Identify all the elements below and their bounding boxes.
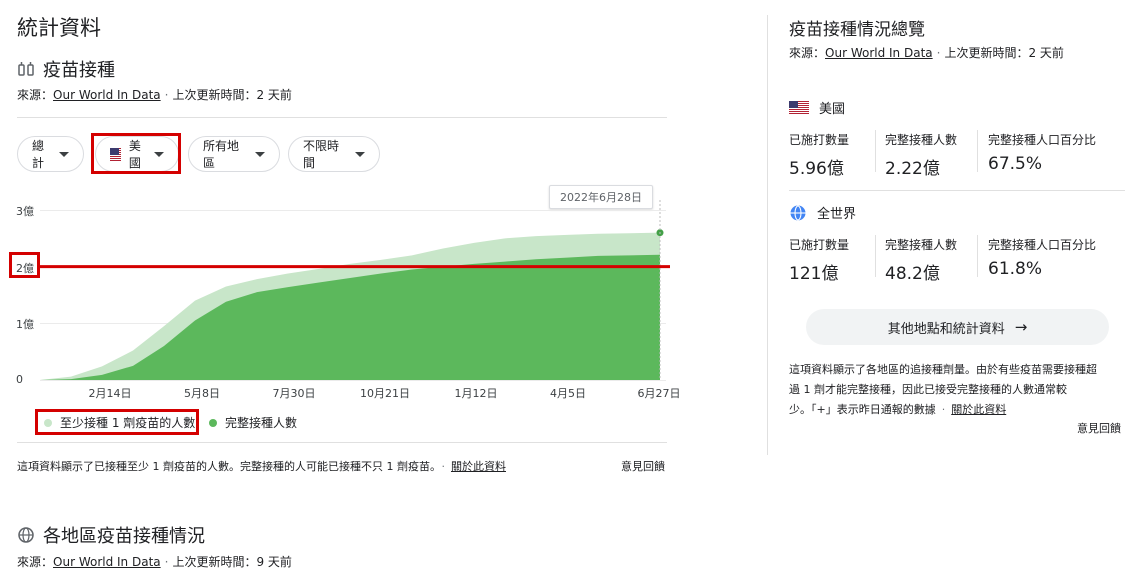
regional-section-title: 各地區疫苗接種情況 bbox=[43, 526, 205, 547]
world-percent: 完整接種人口百分比 61.8% bbox=[988, 238, 1097, 279]
globe-icon bbox=[789, 204, 807, 222]
more-locations-button[interactable]: 其他地點和統計資料 → bbox=[806, 309, 1109, 345]
divider bbox=[17, 442, 667, 443]
globe-icon bbox=[17, 526, 35, 544]
legend-item-full[interactable]: 完整接種人數 bbox=[209, 414, 297, 431]
regional-section-header: 各地區疫苗接種情況 bbox=[17, 522, 205, 548]
source-link[interactable]: Our World In Data bbox=[53, 555, 161, 569]
world-fully-vaccinated: 完整接種人數 48.2億 bbox=[885, 238, 958, 284]
chart-note: 這項資料顯示了已接種至少 1 劑疫苗的人數。完整接種的人可能已接種不只 1 劑疫… bbox=[17, 460, 506, 473]
us-flag-icon bbox=[789, 101, 809, 114]
us-header: 美國 bbox=[789, 98, 845, 117]
x-tick-label: 7月30日 bbox=[272, 387, 316, 400]
overview-title: 疫苗接種情況總覽 bbox=[789, 20, 925, 40]
legend-marker bbox=[44, 418, 52, 427]
us-doses: 已施打數量 5.96億 bbox=[789, 133, 850, 179]
stat-separator bbox=[977, 130, 978, 172]
x-tick-label: 2月14日 bbox=[88, 387, 132, 400]
feedback-link[interactable]: 意見回饋 bbox=[621, 458, 665, 474]
x-tick-label: 10月21日 bbox=[360, 387, 410, 400]
feedback-link[interactable]: 意見回饋 bbox=[1077, 420, 1121, 436]
column-separator bbox=[767, 15, 768, 455]
stat-separator bbox=[875, 130, 876, 172]
arrow-right-icon: → bbox=[1014, 318, 1028, 336]
divider bbox=[789, 190, 1125, 191]
about-data-link[interactable]: 關於此資料 bbox=[951, 403, 1006, 416]
x-tick-label: 6月27日 bbox=[637, 387, 681, 400]
source-link[interactable]: Our World In Data bbox=[825, 46, 933, 60]
x-tick-label: 1月12日 bbox=[454, 387, 498, 400]
regional-source-line: 來源：Our World In Data · 上次更新時間：9 天前 bbox=[17, 555, 292, 569]
stat-separator bbox=[875, 235, 876, 277]
x-tick-label: 5月8日 bbox=[184, 387, 220, 400]
x-tick-label: 4月5日 bbox=[550, 387, 586, 400]
world-doses: 已施打數量 121億 bbox=[789, 238, 850, 284]
us-fully-vaccinated: 完整接種人數 2.22億 bbox=[885, 133, 958, 179]
overview-source-line: 來源：Our World In Data · 上次更新時間：2 天前 bbox=[789, 46, 1064, 60]
about-data-link[interactable]: 關於此資料 bbox=[451, 460, 506, 473]
us-percent: 完整接種人口百分比 67.5% bbox=[988, 133, 1097, 174]
stat-separator bbox=[977, 235, 978, 277]
overview-note: 這項資料顯示了各地區的追接種劑量。由於有些疫苗需要接種超 過 1 劑才能完整接種… bbox=[789, 363, 1097, 416]
vaccination-chart[interactable] bbox=[0, 0, 1142, 584]
world-header: 全世界 bbox=[789, 203, 856, 222]
legend-marker bbox=[209, 418, 217, 427]
legend-item-first-dose[interactable]: 至少接種 1 劑疫苗的人數 bbox=[44, 414, 195, 431]
